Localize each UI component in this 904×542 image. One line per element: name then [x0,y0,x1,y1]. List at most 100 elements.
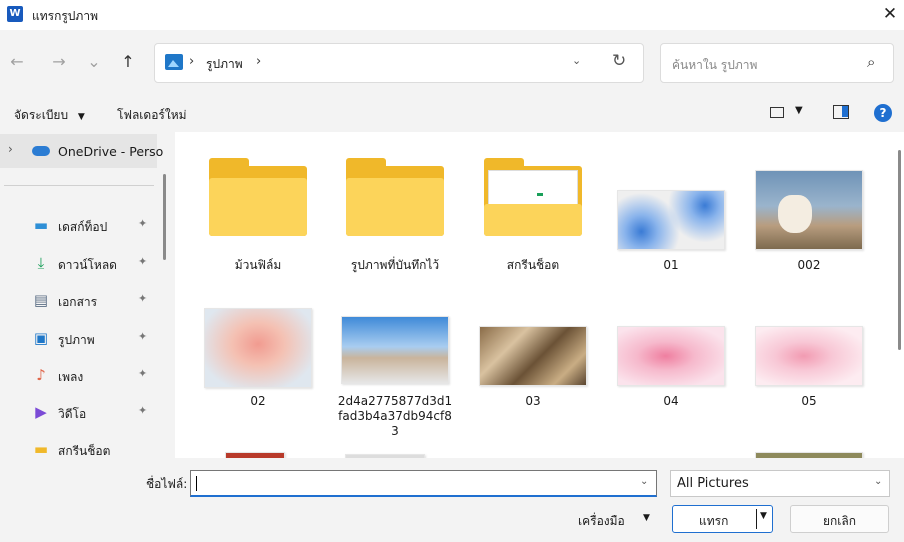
file-item-image[interactable]: 05 [750,304,868,444]
breadcrumb-pictures[interactable]: รูปภาพ [206,55,243,74]
folder-icon [209,158,307,236]
sidebar-item-label: รูปภาพ [58,333,95,347]
file-name: 03 [525,394,541,408]
sidebar-item-onedrive[interactable]: › OneDrive - Perso [0,134,163,168]
organize-label: จัดระเบียบ [14,108,69,122]
file-item-image[interactable]: 02 [199,304,317,444]
download-icon: ⤓ [37,254,45,272]
pin-icon: ✦ [138,217,148,230]
sidebar-item-documents[interactable]: ▤ เอกสาร ✦ [0,283,157,319]
insert-button[interactable]: แทรก ▼ [672,505,773,533]
pin-icon: ✦ [138,255,148,268]
expand-chevron-icon[interactable]: › [8,142,13,156]
file-name: 002 [797,258,821,272]
sidebar-scrollbar[interactable] [163,174,166,260]
sidebar-item-pictures[interactable]: ▣ รูปภาพ ✦ [0,321,157,357]
address-bar[interactable]: › รูปภาพ › ⌄ ↻ [154,43,644,83]
file-type-select[interactable]: All Pictures ⌄ [670,470,890,497]
command-bar: จัดระเบียบ ▼ โฟลเดอร์ใหม่ ▼ ? [0,96,904,132]
desktop-icon: ▬ [33,216,49,234]
view-mode-icon[interactable] [770,107,784,118]
file-name: รูปภาพที่บันทึกไว้ [350,258,440,272]
filename-field[interactable]: ⌄ [190,470,657,497]
breadcrumb-separator-icon: › [189,54,195,69]
forward-arrow-icon[interactable]: → [47,50,71,74]
file-item-folder[interactable]: สกรีนช็อต [474,154,592,274]
chevron-down-icon[interactable]: ▼ [760,511,767,521]
chevron-down-icon[interactable]: ▼ [643,513,650,523]
recent-locations-chevron-icon[interactable]: ⌄ [82,50,106,74]
chevron-down-icon: ▼ [77,112,85,122]
organize-button[interactable]: จัดระเบียบ ▼ [14,106,85,125]
dialog-title: แทรกรูปภาพ [32,9,98,23]
dialog-footer: ชื่อไฟล์: ⌄ All Pictures ⌄ เครื่องมือ ▼ … [0,458,904,542]
file-name: 01 [663,258,679,272]
file-type-value: All Pictures [677,476,749,491]
help-icon[interactable]: ? [874,104,892,122]
preview-pane-icon[interactable] [833,105,849,119]
search-box[interactable]: ค้นหาใน รูปภาพ ⌕ [660,43,894,83]
file-name: ม้วนฟิล์ม [234,258,282,272]
sidebar-item-music[interactable]: ♪ เพลง ✦ [0,358,157,394]
pin-icon: ✦ [138,404,148,417]
sidebar-item-label: OneDrive - Perso [58,144,164,159]
file-item-folder[interactable]: รูปภาพที่บันทึกไว้ [336,154,454,274]
file-item-image[interactable]: 03 [474,304,592,444]
pin-icon: ✦ [138,292,148,305]
filename-label: ชื่อไฟล์: [146,477,188,491]
video-icon: ▶ [35,403,47,421]
sidebar-divider [4,185,154,186]
tools-button[interactable]: เครื่องมือ [578,512,625,531]
image-thumbnail [755,170,863,250]
chevron-down-icon[interactable]: ⌄ [640,476,648,487]
pictures-icon [165,54,183,70]
new-folder-button[interactable]: โฟลเดอร์ใหม่ [117,106,187,125]
search-placeholder[interactable]: ค้นหาใน รูปภาพ [672,56,757,75]
image-thumbnail [617,326,725,386]
navigation-bar: ← → ⌄ ↑ › รูปภาพ › ⌄ ↻ ค้นหาใน รูปภาพ ⌕ [0,30,904,96]
sidebar-item-screenshots[interactable]: ▬ สกรีนช็อต [0,432,157,459]
split-divider [756,509,757,529]
file-list-scrollbar[interactable] [898,150,901,350]
document-icon: ▤ [33,291,49,309]
lamb-shape [778,195,812,233]
close-icon[interactable]: ✕ [878,2,902,26]
file-item-folder[interactable]: ม้วนฟิล์ม [199,154,317,274]
music-icon: ♪ [36,366,46,384]
address-history-chevron-icon[interactable]: ⌄ [572,54,581,67]
up-arrow-icon[interactable]: ↑ [116,50,140,74]
image-thumbnail [204,308,312,388]
word-app-icon: W [7,6,23,22]
folder-icon: ▬ [33,440,49,458]
pictures-icon: ▣ [33,329,49,347]
chevron-down-icon[interactable]: ▼ [795,105,803,116]
text-caret [196,476,197,491]
folder-icon [484,158,582,236]
breadcrumb-separator-icon[interactable]: › [256,54,261,69]
file-item-image[interactable]: 002 [750,154,868,274]
file-name: 2d4a2775877d3d1fad3b4a37db94cf83 [337,394,453,438]
navigation-pane: › OneDrive - Perso ▬ เดสก์ท็อป ✦ ⤓ ดาวน์… [0,132,175,458]
file-item-image[interactable]: 04 [612,304,730,444]
refresh-icon[interactable]: ↻ [612,51,626,71]
title-bar: W แทรกรูปภาพ ✕ [0,0,904,30]
pin-icon: ✦ [138,330,148,343]
file-name: 04 [663,394,679,408]
cancel-button[interactable]: ยกเลิก [790,505,889,533]
sidebar-item-videos[interactable]: ▶ วิดีโอ ✦ [0,395,157,431]
insert-label: แทรก [699,514,729,528]
sidebar-item-label: เพลง [58,370,84,384]
pin-icon: ✦ [138,367,148,380]
back-arrow-icon[interactable]: ← [5,50,29,74]
image-thumbnail [617,190,725,250]
file-item-image[interactable]: 01 [612,154,730,274]
image-thumbnail [755,326,863,386]
search-icon[interactable]: ⌕ [867,53,875,71]
chevron-down-icon: ⌄ [874,476,883,487]
file-item-image[interactable]: 2d4a2775877d3d1fad3b4a37db94cf83 [336,304,454,444]
sidebar-item-desktop[interactable]: ▬ เดสก์ท็อป ✦ [0,208,157,244]
onedrive-cloud-icon [32,146,50,156]
sidebar-item-downloads[interactable]: ⤓ ดาวน์โหลด ✦ [0,246,157,282]
file-name: 02 [250,394,266,408]
sidebar-item-label: วิดีโอ [58,407,87,421]
